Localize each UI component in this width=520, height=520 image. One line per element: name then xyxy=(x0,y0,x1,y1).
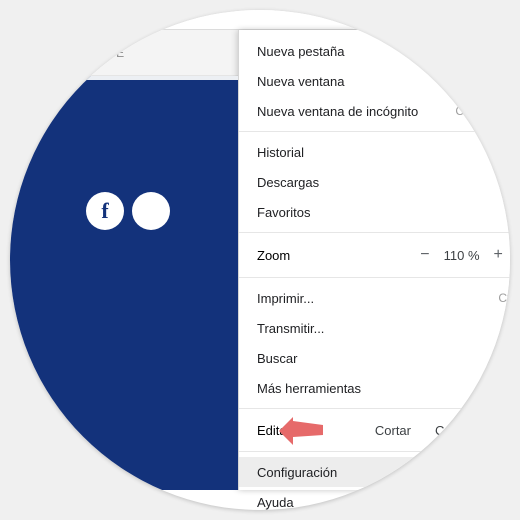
key-icon[interactable] xyxy=(398,10,415,17)
menu-new-window[interactable]: Nueva ventana Ctrl+N xyxy=(239,66,510,96)
social-icon-2[interactable] xyxy=(132,192,170,230)
menu-incognito[interactable]: Nueva ventana de incógnito Ctrl+Mayús+N xyxy=(239,96,510,126)
menu-find[interactable]: Buscar Ctrl+F xyxy=(239,343,510,373)
menu-separator xyxy=(239,277,510,278)
menu-settings[interactable]: Configuración xyxy=(239,457,510,487)
identify-link[interactable]: IDENTIFICARSE xyxy=(28,46,125,60)
menu-cast[interactable]: Transmitir... xyxy=(239,313,510,343)
bookmark-star-icon[interactable] xyxy=(460,10,477,17)
menu-separator xyxy=(239,451,510,452)
menu-downloads[interactable]: Descargas Ctrl+J xyxy=(239,167,510,197)
menu-print[interactable]: Imprimir... Ctrl+P xyxy=(239,283,510,313)
edit-cut[interactable]: Cortar xyxy=(375,423,411,438)
menu-more-tools[interactable]: Más herramientas ▶ xyxy=(239,373,510,403)
zoom-value: 110 % xyxy=(438,248,486,263)
login-icon xyxy=(10,46,20,60)
menu-separator xyxy=(239,232,510,233)
menu-edit-row: Editar Cortar Copiar Pegar xyxy=(239,414,510,446)
page-content: IDENTIFICARSE f xyxy=(10,30,238,490)
edit-copy[interactable]: Copiar xyxy=(435,423,473,438)
facebook-icon[interactable]: f xyxy=(86,192,124,230)
toolbar xyxy=(10,10,510,30)
zoom-in-button[interactable]: + xyxy=(486,246,510,264)
chrome-menu: Nueva pestaña Ctrl+T Nueva ventana Ctrl+… xyxy=(238,30,510,490)
menu-history[interactable]: Historial ▶ xyxy=(239,137,510,167)
menu-separator xyxy=(239,408,510,409)
page-header: IDENTIFICARSE xyxy=(10,30,238,76)
extension-icon[interactable] xyxy=(491,10,510,17)
zoom-indicator-icon[interactable] xyxy=(429,10,446,17)
menu-separator xyxy=(239,131,510,132)
menu-zoom: Zoom − 110 % + ⛶ xyxy=(239,238,510,272)
menu-new-tab[interactable]: Nueva pestaña Ctrl+T xyxy=(239,36,510,66)
menu-bookmarks[interactable]: Favoritos ▶ xyxy=(239,197,510,227)
zoom-out-button[interactable]: − xyxy=(412,246,437,264)
edit-paste[interactable]: Pegar xyxy=(497,423,510,438)
menu-help[interactable]: Ayuda ▶ xyxy=(239,487,510,510)
